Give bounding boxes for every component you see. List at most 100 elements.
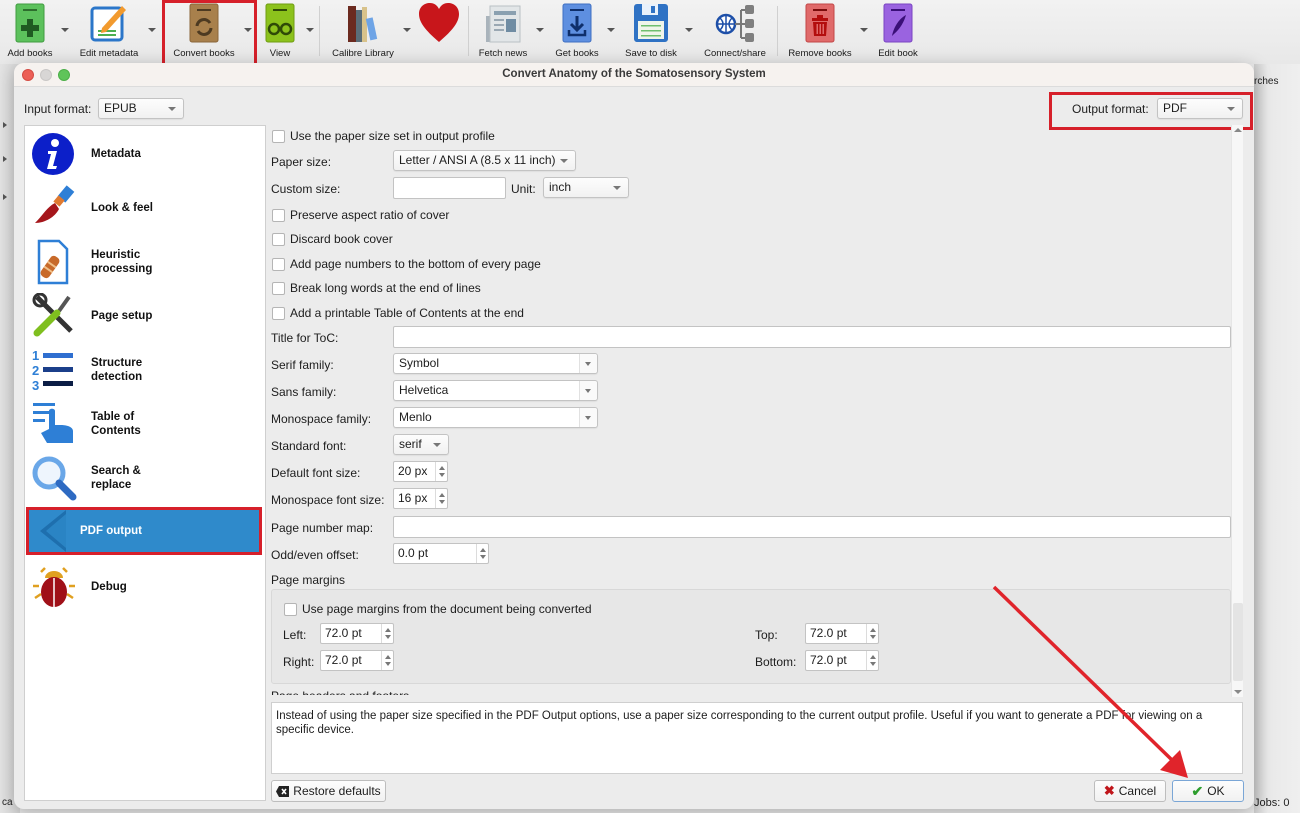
connect-share-button[interactable]: Connect/share [700,0,770,62]
add-toc-checkbox[interactable]: Add a printable Table of Contents at the… [271,302,524,324]
paintbrush-icon [31,185,77,231]
sidebar-item-structure[interactable]: 123 Structure detection [25,345,265,395]
jobs-status[interactable]: Jobs: 0 [1254,797,1289,809]
svg-text:3: 3 [32,378,39,393]
spin-arrows-icon[interactable] [476,544,488,563]
chevron-down-icon[interactable] [579,408,597,427]
add-books-button[interactable]: Add books [4,0,56,62]
add-page-numbers-checkbox[interactable]: Add page numbers to the bottom of every … [271,253,541,275]
serif-family-select[interactable]: Symbol [393,353,598,374]
convert-books-dropdown-icon[interactable] [244,28,252,32]
add-books-dropdown-icon[interactable] [61,28,69,32]
sidebar-item-page-setup[interactable]: Page setup [25,291,265,341]
output-format-select[interactable]: PDF [1157,98,1243,119]
paper-size-label: Paper size: [271,155,332,169]
break-long-words-checkbox[interactable]: Break long words at the end of lines [271,277,481,299]
use-paper-size-checkbox[interactable]: Use the paper size set in output profile [271,125,495,147]
sidebar-item-heuristic[interactable]: Heuristic processing [25,237,265,287]
checkbox[interactable] [272,306,285,320]
ok-button[interactable]: ✔ OK [1172,780,1244,802]
view-button[interactable]: View [262,0,298,62]
left-margin-spinbox[interactable]: 72.0 pt [320,623,394,644]
checkbox[interactable] [284,602,297,616]
scrollbar-thumb[interactable] [1233,603,1243,681]
top-margin-spinbox[interactable]: 72.0 pt [805,623,879,644]
sidebar-item-toc[interactable]: Table of Contents [25,399,265,449]
checkbox[interactable] [272,257,285,271]
spin-arrows-icon[interactable] [866,624,878,643]
save-to-disk-icon [629,0,673,46]
view-dropdown-icon[interactable] [306,28,314,32]
edit-metadata-button[interactable]: Edit metadata [76,0,142,62]
toc-title-input[interactable] [393,326,1231,348]
fetch-news-dropdown-icon[interactable] [536,28,544,32]
spin-arrows-icon[interactable] [435,462,447,481]
restore-defaults-button[interactable]: Restore defaults [271,780,386,802]
bottom-margin-label: Bottom: [755,655,797,669]
remove-books-dropdown-icon[interactable] [860,28,868,32]
odd-even-offset-label: Odd/even offset: [271,548,359,562]
sidebar-item-metadata[interactable]: Metadata [25,129,265,179]
checkbox[interactable] [272,129,285,143]
options-scrollbar[interactable] [1231,125,1243,697]
chevron-down-icon[interactable] [579,354,597,373]
monospace-family-select[interactable]: Menlo [393,407,598,428]
unit-select[interactable]: inch [543,177,629,198]
custom-size-input[interactable] [393,177,506,199]
sidebar-item-pdf-output[interactable]: PDF output [28,510,262,552]
get-books-dropdown-icon[interactable] [607,28,615,32]
checkbox[interactable] [272,232,285,246]
odd-even-offset-spinbox[interactable]: 0.0 pt [393,543,489,564]
bottom-margin-spinbox[interactable]: 72.0 pt [805,650,879,671]
toolbar-separator [468,6,469,56]
use-doc-margins-checkbox[interactable]: Use page margins from the document being… [283,598,592,620]
input-format-select[interactable]: EPUB [98,98,184,119]
donate-button[interactable] [416,0,462,62]
default-font-size-spinbox[interactable]: 20 px [393,461,448,482]
page-number-map-input[interactable] [393,516,1231,538]
expand-arrow-icon[interactable] [3,122,7,128]
monospace-font-size-label: Monospace font size: [271,493,385,507]
toc-title-label: Title for ToC: [271,331,339,345]
cancel-button[interactable]: ✖ Cancel [1094,780,1166,802]
right-margin-spinbox[interactable]: 72.0 pt [320,650,394,671]
sidebar-item-search-replace[interactable]: Search & replace [25,453,265,503]
pdf-output-options: Use the paper size set in output profile… [271,125,1231,695]
default-font-size-label: Default font size: [271,466,361,480]
save-to-disk-button[interactable]: Save to disk [622,0,680,62]
get-books-button[interactable]: Get books [552,0,602,62]
get-books-icon [555,0,599,46]
sidebar-item-look-feel[interactable]: Look & feel [25,183,265,233]
sans-family-select[interactable]: Helvetica [393,380,598,401]
monospace-family-label: Monospace family: [271,412,372,426]
checkbox[interactable] [272,208,285,222]
spin-arrows-icon[interactable] [381,624,393,643]
spin-arrows-icon[interactable] [381,651,393,670]
edit-metadata-dropdown-icon[interactable] [148,28,156,32]
spin-arrows-icon[interactable] [435,489,447,508]
expand-arrow-icon[interactable] [3,194,7,200]
scroll-up-icon[interactable] [1234,128,1242,132]
preserve-aspect-checkbox[interactable]: Preserve aspect ratio of cover [271,204,449,226]
paper-size-select[interactable]: Letter / ANSI A (8.5 x 11 inch) [393,150,576,171]
edit-book-button[interactable]: Edit book [874,0,922,62]
monospace-font-size-spinbox[interactable]: 16 px [393,488,448,509]
standard-font-select[interactable]: serif [393,434,449,455]
calibre-library-button[interactable]: Calibre Library [328,0,398,62]
page-margins-group: Use page margins from the document being… [271,589,1231,684]
spin-arrows-icon[interactable] [866,651,878,670]
checkbox[interactable] [272,281,285,295]
chevron-down-icon[interactable] [579,381,597,400]
library-dropdown-icon[interactable] [403,28,411,32]
heart-icon [417,0,461,46]
fetch-news-button[interactable]: Fetch news [476,0,530,62]
convert-books-button[interactable]: Convert books [166,0,242,62]
toc-hand-icon [31,401,77,447]
expand-arrow-icon[interactable] [3,156,7,162]
discard-cover-checkbox[interactable]: Discard book cover [271,228,393,250]
sidebar-item-debug[interactable]: Debug [25,562,265,612]
save-to-disk-dropdown-icon[interactable] [685,28,693,32]
page-number-map-label: Page number map: [271,521,374,535]
scroll-down-icon[interactable] [1234,690,1242,694]
remove-books-button[interactable]: Remove books [785,0,855,62]
